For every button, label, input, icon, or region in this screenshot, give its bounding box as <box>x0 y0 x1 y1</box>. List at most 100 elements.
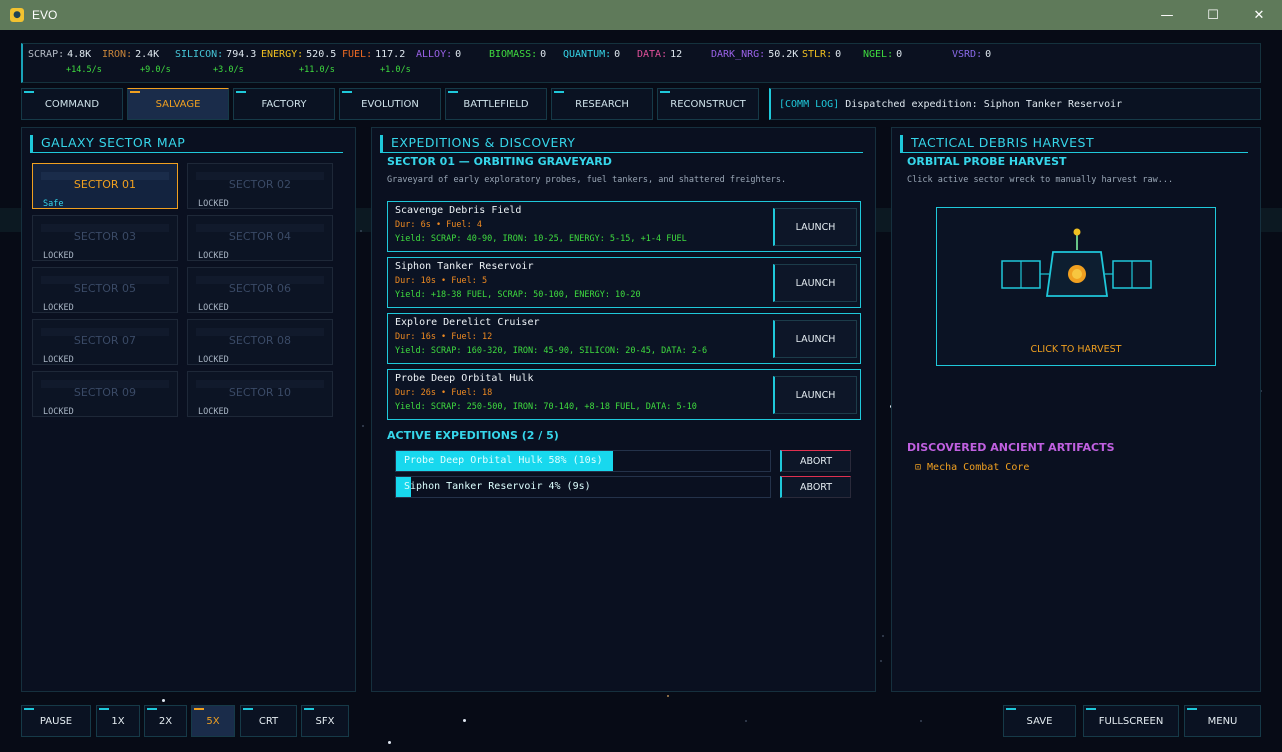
menu-button-fullscreen[interactable]: FULLSCREEN <box>1083 705 1179 737</box>
maximize-button[interactable]: ☐ <box>1190 0 1236 30</box>
sector-name: SECTOR 07 <box>73 334 137 347</box>
tab-research[interactable]: RESEARCH <box>551 88 653 120</box>
menu-button-save[interactable]: SAVE <box>1003 705 1076 737</box>
minimize-button[interactable]: — <box>1144 0 1190 30</box>
resource-value: 50.2K <box>768 49 799 60</box>
sector-status: LOCKED <box>198 303 229 313</box>
tab-command[interactable]: COMMAND <box>21 88 123 120</box>
sector-name: SECTOR 09 <box>73 386 137 399</box>
tab-reconstruct[interactable]: RECONSTRUCT <box>657 88 759 120</box>
resource-label: STLR: <box>802 49 833 60</box>
mission-duration: Dur: 16s • Fuel: 12 <box>395 332 493 342</box>
harvest-wreck-target[interactable]: CLICK TO HARVEST <box>936 207 1216 366</box>
tab-evolution[interactable]: EVOLUTION <box>339 88 441 120</box>
speed-button-pause[interactable]: PAUSE <box>21 705 91 737</box>
speed-button-2x[interactable]: 2X <box>144 705 187 737</box>
sector-1[interactable]: SECTOR 01 Safe <box>32 163 178 209</box>
star <box>388 741 391 744</box>
sector-name: SECTOR 10 <box>228 386 292 399</box>
tab-salvage[interactable]: SALVAGE <box>127 88 229 120</box>
close-button[interactable]: ✕ <box>1236 0 1282 30</box>
resource-value: 0 <box>540 49 547 60</box>
speed-button-crt[interactable]: CRT <box>240 705 297 737</box>
sector-heading: SECTOR 01 — ORBITING GRAVEYARD <box>387 155 612 168</box>
window-controls: — ☐ ✕ <box>1144 0 1282 30</box>
resource-value: 0 <box>985 49 992 60</box>
window-title: EVO <box>32 8 58 22</box>
sector-name: SECTOR 01 <box>73 178 137 191</box>
sector-status: LOCKED <box>43 303 74 313</box>
sector-status: LOCKED <box>198 251 229 261</box>
star <box>463 719 466 722</box>
mission-duration: Dur: 26s • Fuel: 18 <box>395 388 493 398</box>
sector-status: LOCKED <box>198 199 229 209</box>
star <box>880 660 882 662</box>
star <box>162 699 165 702</box>
sector-5[interactable]: SECTOR 05 LOCKED <box>32 267 178 313</box>
speed-button-1x[interactable]: 1X <box>96 705 140 737</box>
orbital-probe-icon <box>1001 228 1152 297</box>
sector-8[interactable]: SECTOR 08 LOCKED <box>187 319 333 365</box>
tab-factory[interactable]: FACTORY <box>233 88 335 120</box>
harvest-cta: CLICK TO HARVEST <box>1030 344 1122 355</box>
resource-rate: +1.0/s <box>380 65 411 75</box>
abort-button[interactable]: ABORT <box>780 476 851 498</box>
sector-10[interactable]: SECTOR 10 LOCKED <box>187 371 333 417</box>
resource-bar: SCRAP: 4.8K +14.5/s IRON: 2.4K +9.0/s SILICON:… <box>21 43 1261 83</box>
progress-label: Probe Deep Orbital Hulk 58% (10s) <box>404 455 603 466</box>
sector-6[interactable]: SECTOR 06 LOCKED <box>187 267 333 313</box>
harvest-panel: TACTICAL DEBRIS HARVEST ORBITAL PROBE HA… <box>891 127 1261 692</box>
speed-button-sfx[interactable]: SFX <box>301 705 349 737</box>
resource-value: 2.4K <box>135 49 160 60</box>
mission-name: Scavenge Debris Field <box>395 205 522 216</box>
resource-label: DATA: <box>637 49 668 60</box>
mission-yield: Yield: SCRAP: 250-500, IRON: 70-140, +8-… <box>395 402 697 412</box>
launch-button[interactable]: LAUNCH <box>773 376 857 414</box>
resource-label: VSRD: <box>952 49 983 60</box>
expedition-progress-bar: Probe Deep Orbital Hulk 58% (10s) <box>395 450 771 472</box>
star <box>882 635 884 637</box>
mission-card: Explore Derelict Cruiser Dur: 16s • Fuel:… <box>387 313 861 364</box>
resource-value: 794.3 <box>226 49 257 60</box>
speed-button-5x[interactable]: 5X <box>191 705 235 737</box>
sector-7[interactable]: SECTOR 07 LOCKED <box>32 319 178 365</box>
resource-label: SILICON: <box>175 49 224 60</box>
resource-value: 12 <box>670 49 683 60</box>
expedition-progress-bar: Siphon Tanker Reservoir 4% (9s) <box>395 476 771 498</box>
mission-card: Probe Deep Orbital Hulk Dur: 26s • Fuel: … <box>387 369 861 420</box>
resource-dark_nrg: DARK_NRG: 50.2K <box>711 49 798 60</box>
star <box>667 695 669 697</box>
resource-iron: IRON: 2.4K +9.0/s <box>102 49 171 75</box>
sector-3[interactable]: SECTOR 03 LOCKED <box>32 215 178 261</box>
sector-2[interactable]: SECTOR 02 LOCKED <box>187 163 333 209</box>
menu-button-menu[interactable]: MENU <box>1184 705 1261 737</box>
game-viewport: SCRAP: 4.8K +14.5/s IRON: 2.4K +9.0/s SILICON:… <box>0 30 1282 752</box>
resource-fuel: FUEL: 117.2 +1.0/s <box>342 49 411 75</box>
expeditions-title: EXPEDITIONS & DISCOVERY <box>380 135 863 153</box>
tab-battlefield[interactable]: BATTLEFIELD <box>445 88 547 120</box>
sector-9[interactable]: SECTOR 09 LOCKED <box>32 371 178 417</box>
launch-button[interactable]: LAUNCH <box>773 208 857 246</box>
launch-button[interactable]: LAUNCH <box>773 264 857 302</box>
resource-label: BIOMASS: <box>489 49 538 60</box>
resource-value: 520.5 <box>306 49 337 60</box>
artifacts-heading: DISCOVERED ANCIENT ARTIFACTS <box>907 441 1115 454</box>
sector-name: SECTOR 03 <box>73 230 137 243</box>
sector-4[interactable]: SECTOR 04 LOCKED <box>187 215 333 261</box>
comm-log: [COMM LOG] Dispatched expedition: Siphon… <box>769 88 1261 120</box>
mission-name: Explore Derelict Cruiser <box>395 317 540 328</box>
resource-label: FUEL: <box>342 49 373 60</box>
mission-yield: Yield: SCRAP: 40-90, IRON: 10-25, ENERGY… <box>395 234 687 244</box>
sector-status: LOCKED <box>198 355 229 365</box>
resource-value: 0 <box>896 49 903 60</box>
resource-ngel: NGEL: 0 <box>863 49 902 60</box>
sector-status: LOCKED <box>43 355 74 365</box>
progress-label: Siphon Tanker Reservoir 4% (9s) <box>404 481 591 492</box>
harvest-title: TACTICAL DEBRIS HARVEST <box>900 135 1248 153</box>
resource-vsrd: VSRD: 0 <box>952 49 991 60</box>
abort-button[interactable]: ABORT <box>780 450 851 472</box>
harvest-subtitle: ORBITAL PROBE HARVEST <box>907 155 1067 168</box>
artifact-item: ⊡ Mecha Combat Core <box>915 462 1030 473</box>
launch-button[interactable]: LAUNCH <box>773 320 857 358</box>
sector-name: SECTOR 02 <box>228 178 292 191</box>
